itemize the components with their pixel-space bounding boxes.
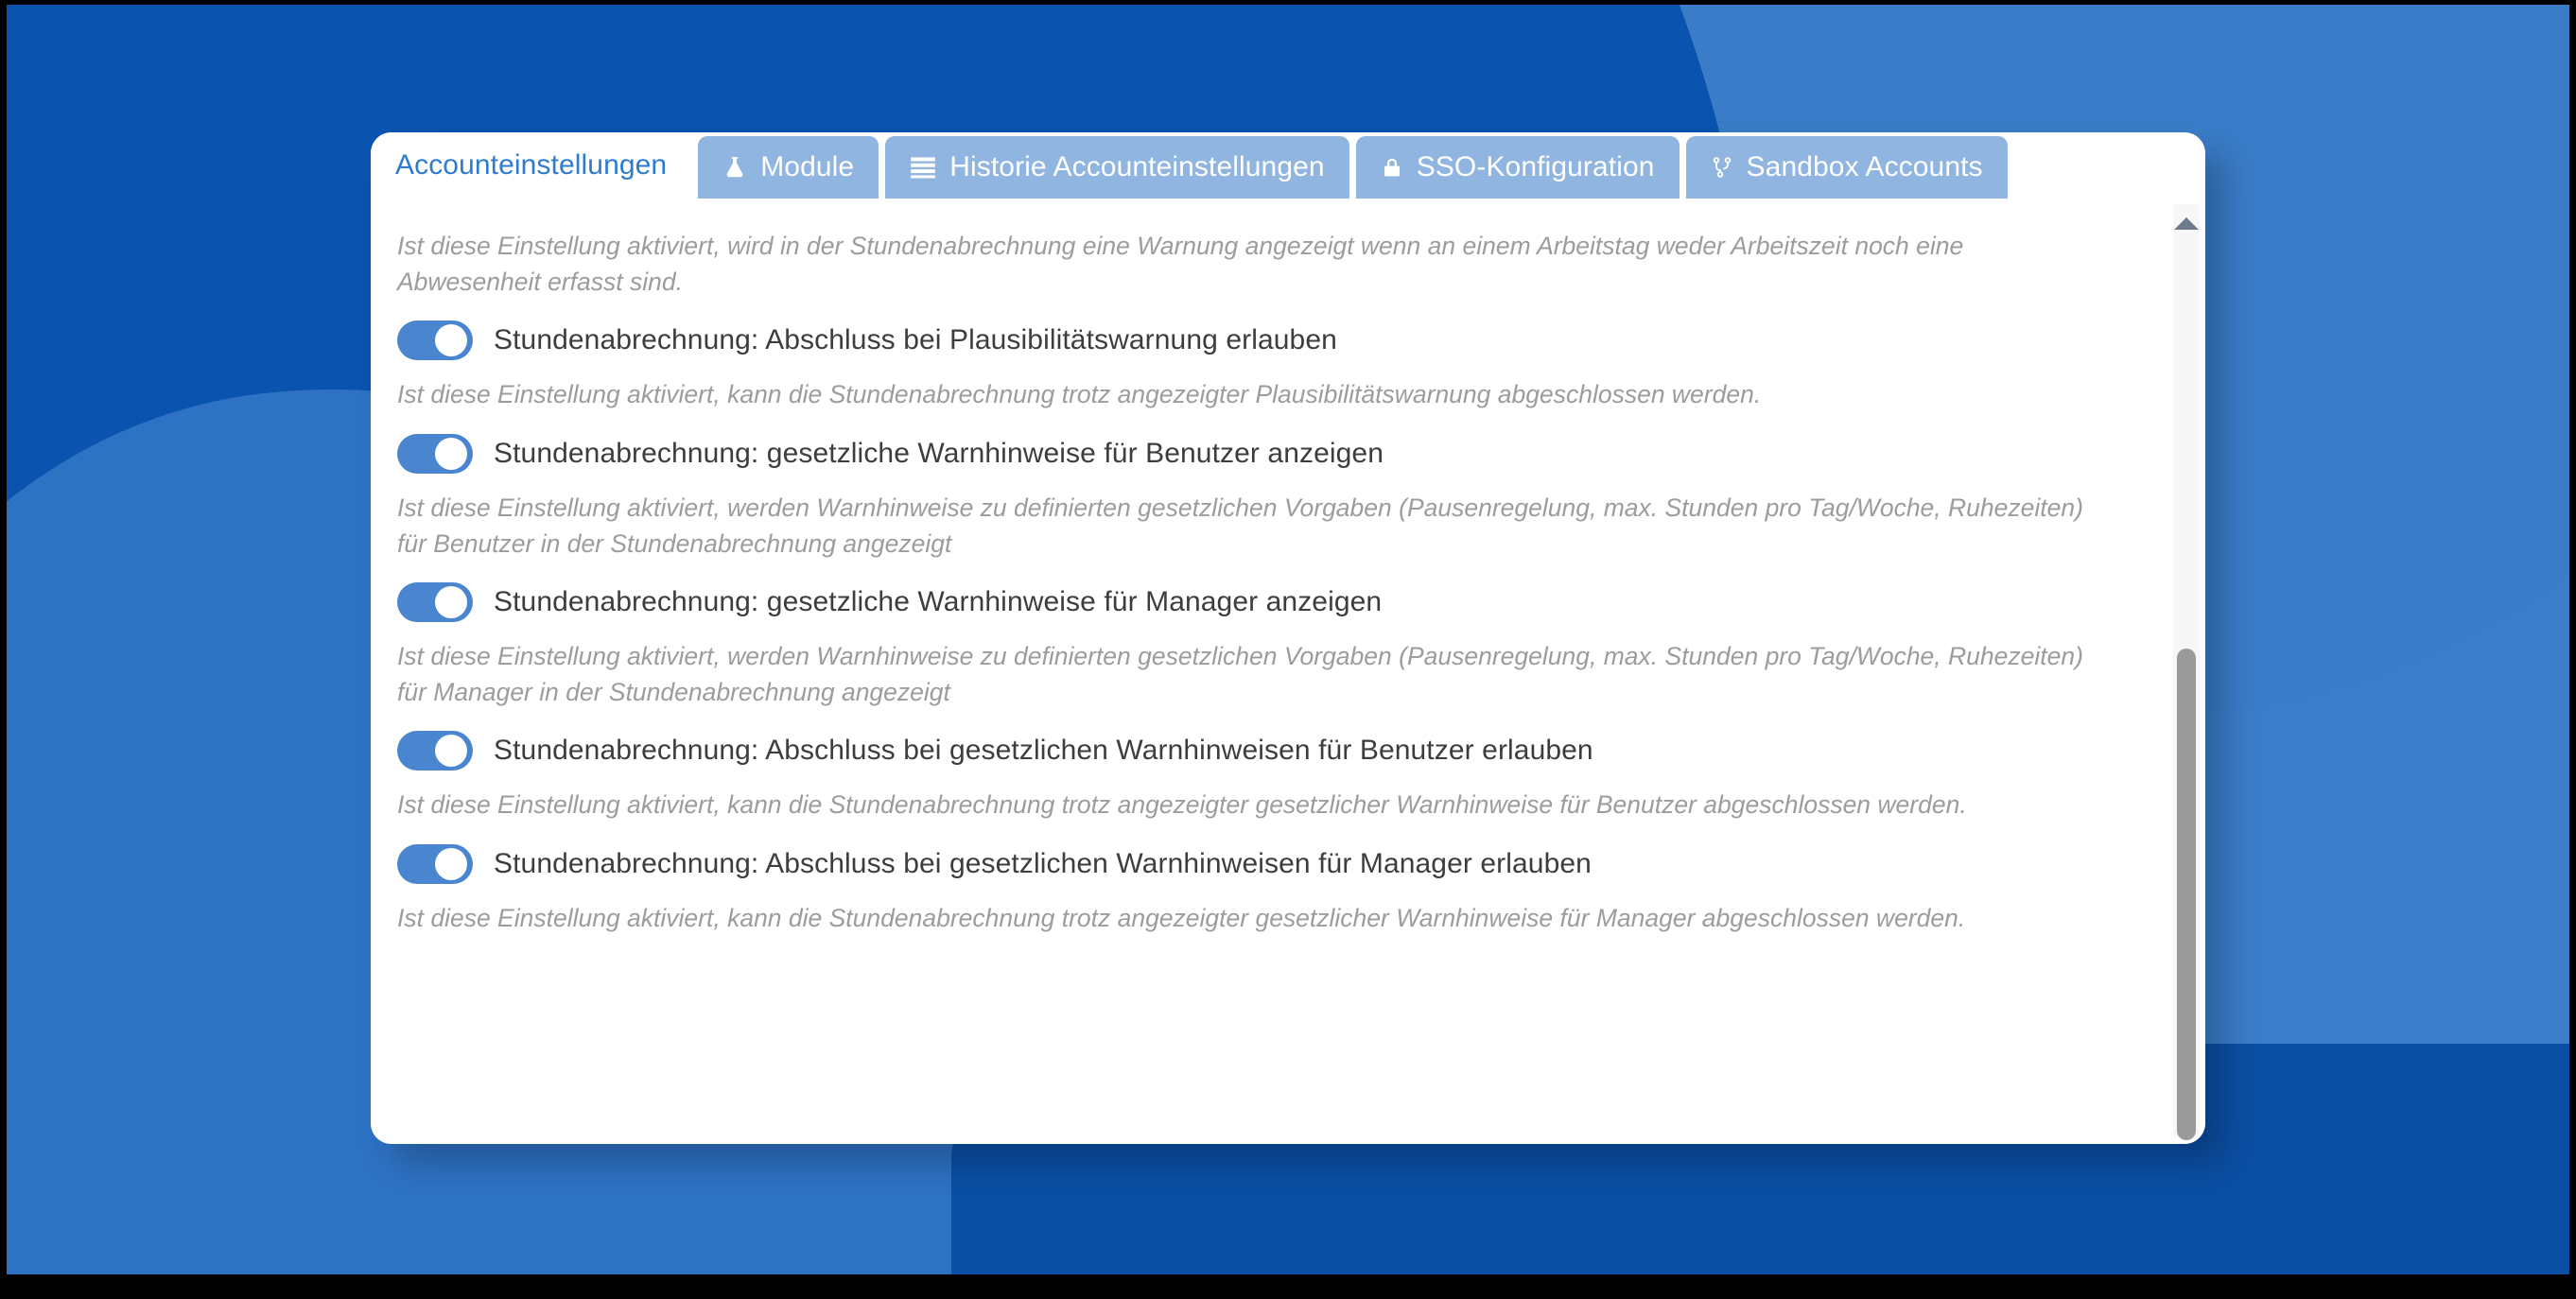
setting-label: Stundenabrechnung: Abschluss bei gesetzl… [494, 735, 1593, 767]
setting-row: Stundenabrechnung: Abschluss bei gesetzl… [397, 844, 2124, 884]
tab-accounteinstellungen[interactable]: Accounteinstellungen [371, 132, 692, 199]
toggle-knob [435, 848, 467, 880]
tab-label: SSO-Konfiguration [1416, 151, 1655, 182]
scrollbar-thumb[interactable] [2177, 649, 2196, 1140]
code-branch-icon [1711, 153, 1733, 182]
toggle-knob [435, 324, 467, 357]
setting-row: Stundenabrechnung: Abschluss bei gesetzl… [397, 731, 2124, 771]
toggle-knob [435, 437, 467, 470]
list-icon [910, 154, 936, 181]
settings-card: Accounteinstellungen Module Historie Acc… [371, 132, 2205, 1144]
toggle-knob [435, 735, 467, 768]
setting-description: Ist diese Einstellung aktiviert, kann di… [397, 380, 1762, 409]
tab-label: Accounteinstellungen [395, 149, 668, 181]
tab-label: Historie Accounteinstellungen [949, 151, 1325, 182]
frame-bottom [0, 1274, 2576, 1299]
setting-row: Stundenabrechnung: gesetzliche Warnhinwe… [397, 582, 2124, 623]
setting-description: Ist diese Einstellung aktiviert, werden … [397, 642, 2083, 706]
tab-panel-accounteinstellungen: Ist diese Einstellung aktiviert, wird in… [371, 199, 2205, 1144]
tab-historie-accounteinstellungen[interactable]: Historie Accounteinstellungen [885, 136, 1349, 199]
setting-description: Ist diese Einstellung aktiviert, kann di… [397, 904, 1966, 932]
setting-label: Stundenabrechnung: Abschluss bei Plausib… [494, 324, 1337, 356]
setting-description: Ist diese Einstellung aktiviert, wird in… [397, 232, 1964, 296]
setting-row: Stundenabrechnung: gesetzliche Warnhinwe… [397, 433, 2124, 474]
toggle-abschluss-warnhinweise-manager[interactable] [397, 844, 473, 884]
scroll-up-arrow-icon[interactable] [2174, 217, 2199, 230]
setting-label: Stundenabrechnung: gesetzliche Warnhinwe… [494, 437, 1384, 469]
setting-description: Ist diese Einstellung aktiviert, kann di… [397, 790, 1967, 820]
lock-icon [1381, 154, 1403, 182]
tab-label: Sandbox Accounts [1746, 151, 1983, 182]
vertical-scrollbar[interactable] [2173, 204, 2200, 1140]
setting-row: Stundenabrechnung: Abschluss bei Plausib… [397, 320, 2124, 361]
toggle-abschluss-plausibilitaetswarnung[interactable] [397, 320, 473, 361]
tab-module[interactable]: Module [698, 136, 879, 199]
toggle-abschluss-warnhinweise-benutzer[interactable] [397, 731, 473, 771]
screen: Accounteinstellungen Module Historie Acc… [0, 0, 2576, 1299]
toggle-warnhinweise-manager-anzeigen[interactable] [397, 582, 473, 623]
tab-label: Module [760, 151, 855, 182]
setting-description: Ist diese Einstellung aktiviert, werden … [397, 493, 2083, 558]
flask-icon [722, 153, 747, 182]
tab-bar: Accounteinstellungen Module Historie Acc… [371, 132, 2205, 199]
frame-right [2569, 0, 2576, 1299]
tab-sso-konfiguration[interactable]: SSO-Konfiguration [1355, 136, 1680, 199]
frame-left [0, 0, 7, 1299]
frame-top [0, 0, 2576, 5]
toggle-knob [435, 586, 467, 619]
tab-sandbox-accounts[interactable]: Sandbox Accounts [1685, 136, 2008, 199]
setting-label: Stundenabrechnung: Abschluss bei gesetzl… [494, 848, 1592, 879]
setting-label: Stundenabrechnung: gesetzliche Warnhinwe… [494, 586, 1383, 618]
settings-scroll-area[interactable]: Ist diese Einstellung aktiviert, wird in… [371, 199, 2205, 1144]
toggle-warnhinweise-benutzer-anzeigen[interactable] [397, 433, 473, 474]
